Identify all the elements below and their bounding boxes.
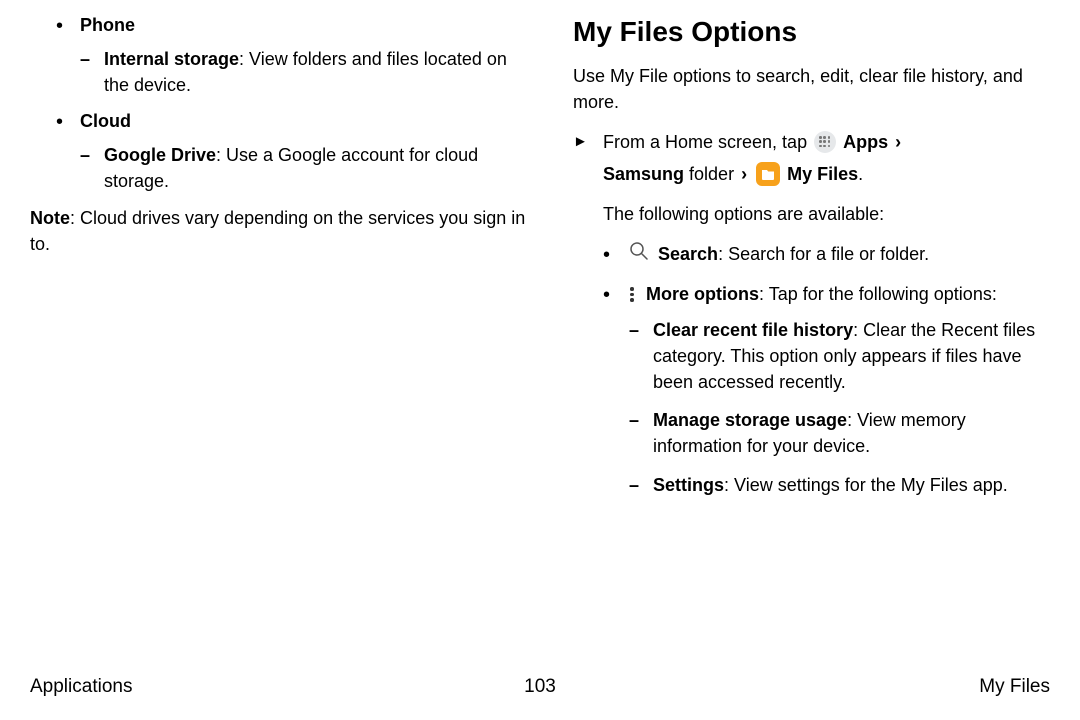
manage-storage-item: Manage storage usage: View memory inform… [629, 407, 1050, 459]
footer-left: Applications [30, 676, 132, 698]
footer-page-number: 103 [524, 676, 556, 698]
options-list: Search: Search for a file or folder. Mor… [573, 241, 1050, 497]
folder-word: folder [684, 164, 739, 184]
navigation-step: From a Home screen, tap Apps › [573, 129, 1050, 155]
content-columns: Phone Internal storage: View folders and… [30, 12, 1050, 652]
settings-desc: : View settings for the My Files app. [724, 475, 1008, 495]
note-paragraph: Note: Cloud drives vary depending on the… [30, 205, 533, 257]
more-options-icon [629, 285, 635, 303]
settings-label: Settings [653, 475, 724, 495]
search-option: Search: Search for a file or folder. [603, 241, 1050, 269]
search-desc: : Search for a file or folder. [718, 244, 929, 264]
google-drive-item: Google Drive: Use a Google account for c… [80, 142, 533, 194]
more-desc: : Tap for the following options: [759, 284, 997, 304]
cloud-label: Cloud [80, 111, 131, 131]
note-desc: : Cloud drives vary depending on the ser… [30, 208, 525, 254]
search-label: Search [658, 244, 718, 264]
apps-label: Apps [843, 132, 888, 152]
cloud-section: Cloud Google Drive: Use a Google account… [56, 108, 533, 194]
manage-label: Manage storage usage [653, 410, 847, 430]
google-drive-label: Google Drive [104, 145, 216, 165]
options-intro: The following options are available: [573, 201, 1050, 227]
more-label: More options [646, 284, 759, 304]
chevron-icon: › [895, 132, 901, 152]
section-intro: Use My File options to search, edit, cle… [573, 63, 1050, 115]
internal-storage-label: Internal storage [104, 49, 239, 69]
search-icon [629, 241, 649, 268]
navigation-step-line2: Samsung folder › My Files. [573, 161, 1050, 187]
folder-icon [756, 162, 780, 186]
right-column: My Files Options Use My File options to … [573, 12, 1050, 652]
note-label: Note [30, 208, 70, 228]
clear-history-item: Clear recent file history: Clear the Rec… [629, 317, 1050, 395]
footer-right: My Files [979, 676, 1050, 698]
period: . [858, 164, 863, 184]
left-column: Phone Internal storage: View folders and… [30, 12, 533, 652]
page-footer: Applications 103 My Files [30, 676, 1050, 698]
phone-label: Phone [80, 15, 135, 35]
phone-section: Phone Internal storage: View folders and… [56, 12, 533, 98]
step-prefix: From a Home screen, tap [603, 132, 812, 152]
section-title: My Files Options [573, 12, 1050, 53]
samsung-label: Samsung [603, 164, 684, 184]
apps-icon [814, 131, 836, 153]
myfiles-label: My Files [787, 164, 858, 184]
chevron-icon: › [741, 164, 747, 184]
internal-storage-item: Internal storage: View folders and files… [80, 46, 533, 98]
settings-item: Settings: View settings for the My Files… [629, 472, 1050, 498]
more-option: More options: Tap for the following opti… [603, 281, 1050, 498]
clear-label: Clear recent file history [653, 320, 853, 340]
